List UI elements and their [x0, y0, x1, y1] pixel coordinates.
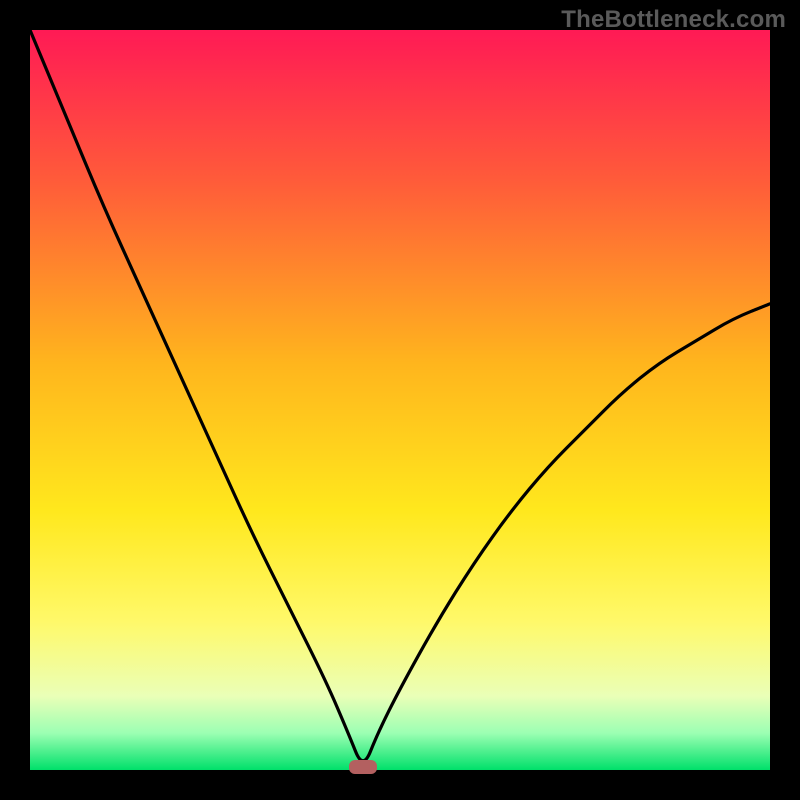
bottleneck-chart	[0, 0, 800, 800]
chart-background	[30, 30, 770, 770]
watermark-text: TheBottleneck.com	[561, 6, 786, 34]
vertex-marker	[349, 760, 377, 774]
chart-container: TheBottleneck.com	[0, 0, 800, 800]
